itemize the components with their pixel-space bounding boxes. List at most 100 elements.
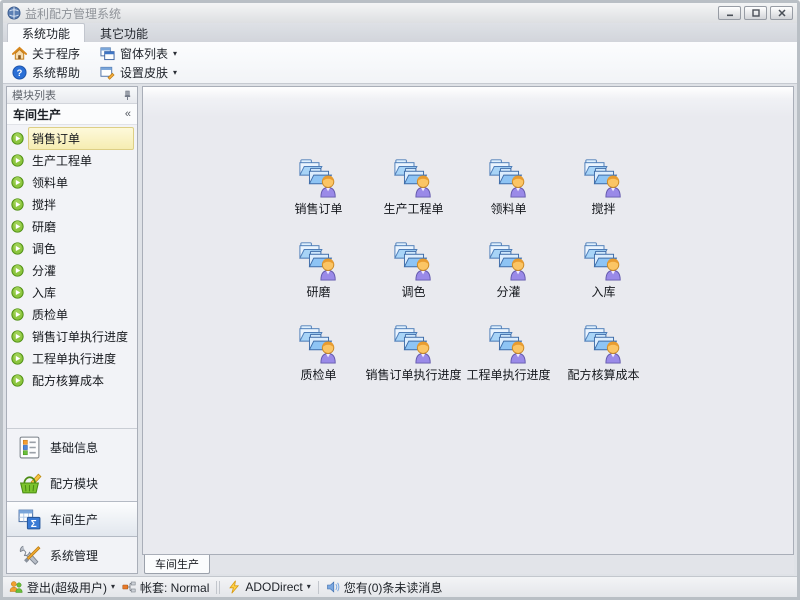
sidebar-item-label: 入库	[28, 281, 134, 304]
folder-user-icon	[583, 156, 625, 198]
icon-label: 搅拌	[591, 200, 615, 217]
icon-formula-cost[interactable]: 配方核算成本	[556, 322, 651, 405]
icon-color-matching[interactable]: 调色	[366, 239, 461, 322]
users-icon	[9, 580, 23, 594]
statusbar-separator	[216, 581, 217, 594]
logout-button[interactable]: 登出(超级用户) ▾	[9, 579, 115, 596]
sidebar-item-sales-order-progress[interactable]: 销售订单执行进度	[7, 325, 137, 347]
sidebar-item-work-order-progress[interactable]: 工程单执行进度	[7, 347, 137, 369]
tools-icon	[17, 543, 42, 568]
sidebar-item-label: 生产工程单	[28, 149, 134, 172]
green-arrow-icon	[11, 154, 24, 167]
sidebar-item-color-matching[interactable]: 调色	[7, 237, 137, 259]
tab-other-functions[interactable]: 其它功能	[85, 23, 163, 42]
account-set-label: 帐套: Normal	[140, 579, 209, 596]
icon-label: 入库	[591, 283, 615, 300]
sidebar-item-material-requisition[interactable]: 领料单	[7, 171, 137, 193]
icon-grinding[interactable]: 研磨	[271, 239, 366, 322]
icon-label: 销售订单	[294, 200, 342, 217]
sidebar-item-filling[interactable]: 分灌	[7, 259, 137, 281]
sidebar-header-title: 模块列表	[12, 87, 56, 103]
connection-mode-label: ADODirect	[245, 580, 302, 594]
sidebar-item-label: 领料单	[28, 171, 134, 194]
window-list-button[interactable]: 窗体列表 ▾	[97, 44, 180, 63]
body: 模块列表 车间生产 « 销售订单 生产工程单 领料单	[3, 84, 797, 576]
icon-sales-order-progress[interactable]: 销售订单执行进度	[366, 322, 461, 405]
sidebar-item-label: 销售订单执行进度	[28, 325, 134, 348]
statusbar: 登出(超级用户) ▾ 帐套: Normal ADODirect ▾ 您有(0)条…	[3, 576, 797, 597]
sidebar-item-grinding[interactable]: 研磨	[7, 215, 137, 237]
nav-label: 配方模块	[50, 475, 98, 492]
green-arrow-icon	[11, 330, 24, 343]
window-list-label: 窗体列表	[120, 45, 168, 62]
folder-user-icon	[393, 156, 435, 198]
green-arrow-icon	[11, 352, 24, 365]
icon-label: 分灌	[496, 283, 520, 300]
pin-icon[interactable]	[123, 90, 132, 101]
logout-label: 登出(超级用户)	[27, 579, 107, 596]
collapse-chevron-icon[interactable]: «	[125, 108, 131, 120]
doc-tab-workshop-production[interactable]: 车间生产	[144, 555, 210, 574]
icon-filling[interactable]: 分灌	[461, 239, 556, 322]
sidebar-item-label: 调色	[28, 237, 134, 260]
sidebar-item-label: 分灌	[28, 259, 134, 282]
skin-icon	[100, 65, 115, 80]
icon-warehousing[interactable]: 入库	[556, 239, 651, 322]
icon-label: 生产工程单	[383, 200, 443, 217]
tab-system-functions[interactable]: 系统功能	[7, 23, 85, 42]
maximize-button[interactable]	[744, 6, 767, 20]
close-button[interactable]	[770, 6, 793, 20]
icon-label: 调色	[401, 283, 425, 300]
icon-label: 配方核算成本	[567, 366, 639, 383]
window-list-icon	[100, 46, 115, 61]
nav-label: 系统管理	[50, 547, 98, 564]
account-link-icon	[122, 580, 136, 594]
sidebar-item-mixing[interactable]: 搅拌	[7, 193, 137, 215]
account-set-button[interactable]: 帐套: Normal	[122, 579, 209, 596]
sidebar-item-label: 研磨	[28, 215, 134, 238]
folder-user-icon	[298, 322, 340, 364]
icon-quality-inspection[interactable]: 质检单	[271, 322, 366, 405]
sidebar-item-label: 工程单执行进度	[28, 347, 134, 370]
sidebar-item-production-work-order[interactable]: 生产工程单	[7, 149, 137, 171]
minimize-button[interactable]	[718, 6, 741, 20]
sidebar-item-formula-cost[interactable]: 配方核算成本	[7, 369, 137, 391]
nav-system-management[interactable]: 系统管理	[7, 537, 137, 573]
ribbon-panel: 关于程序 系统帮助 窗体列表 ▾ 设置皮肤 ▾	[3, 42, 797, 84]
green-arrow-icon	[11, 242, 24, 255]
module-list: 销售订单 生产工程单 领料单 搅拌 研磨	[7, 125, 137, 391]
sidebar-spacer	[7, 391, 137, 428]
green-arrow-icon	[11, 308, 24, 321]
about-program-button[interactable]: 关于程序	[9, 44, 83, 63]
icon-label: 研磨	[306, 283, 330, 300]
unread-messages-button[interactable]: 您有(0)条未读消息	[326, 579, 443, 596]
icon-material-requisition[interactable]: 领料单	[461, 156, 556, 239]
icon-sales-order[interactable]: 销售订单	[271, 156, 366, 239]
green-arrow-icon	[11, 286, 24, 299]
sidebar-item-warehousing[interactable]: 入库	[7, 281, 137, 303]
system-help-button[interactable]: 系统帮助	[9, 63, 83, 82]
green-arrow-icon	[11, 176, 24, 189]
folder-user-icon	[488, 239, 530, 281]
nav-basic-info[interactable]: 基础信息	[7, 429, 137, 465]
icon-production-work-order[interactable]: 生产工程单	[366, 156, 461, 239]
about-program-label: 关于程序	[32, 45, 80, 62]
app-logo-icon	[7, 6, 21, 20]
chevron-down-icon: ▾	[173, 50, 177, 58]
sidebar-item-quality-inspection[interactable]: 质检单	[7, 303, 137, 325]
folder-user-icon	[488, 156, 530, 198]
nav-workshop-production[interactable]: 车间生产	[7, 501, 137, 537]
set-skin-button[interactable]: 设置皮肤 ▾	[97, 63, 180, 82]
folder-user-icon	[393, 322, 435, 364]
statusbar-separator	[318, 581, 319, 594]
sidebar-item-label: 搅拌	[28, 193, 134, 216]
icon-work-order-progress[interactable]: 工程单执行进度	[461, 322, 556, 405]
nav-formula-module[interactable]: 配方模块	[7, 465, 137, 501]
sidebar-item-label: 质检单	[28, 303, 134, 326]
sidebar-item-sales-order[interactable]: 销售订单	[7, 127, 137, 149]
icon-label: 领料单	[490, 200, 526, 217]
green-arrow-icon	[11, 198, 24, 211]
icon-mixing[interactable]: 搅拌	[556, 156, 651, 239]
folder-user-icon	[488, 322, 530, 364]
connection-mode-button[interactable]: ADODirect ▾	[227, 580, 310, 594]
